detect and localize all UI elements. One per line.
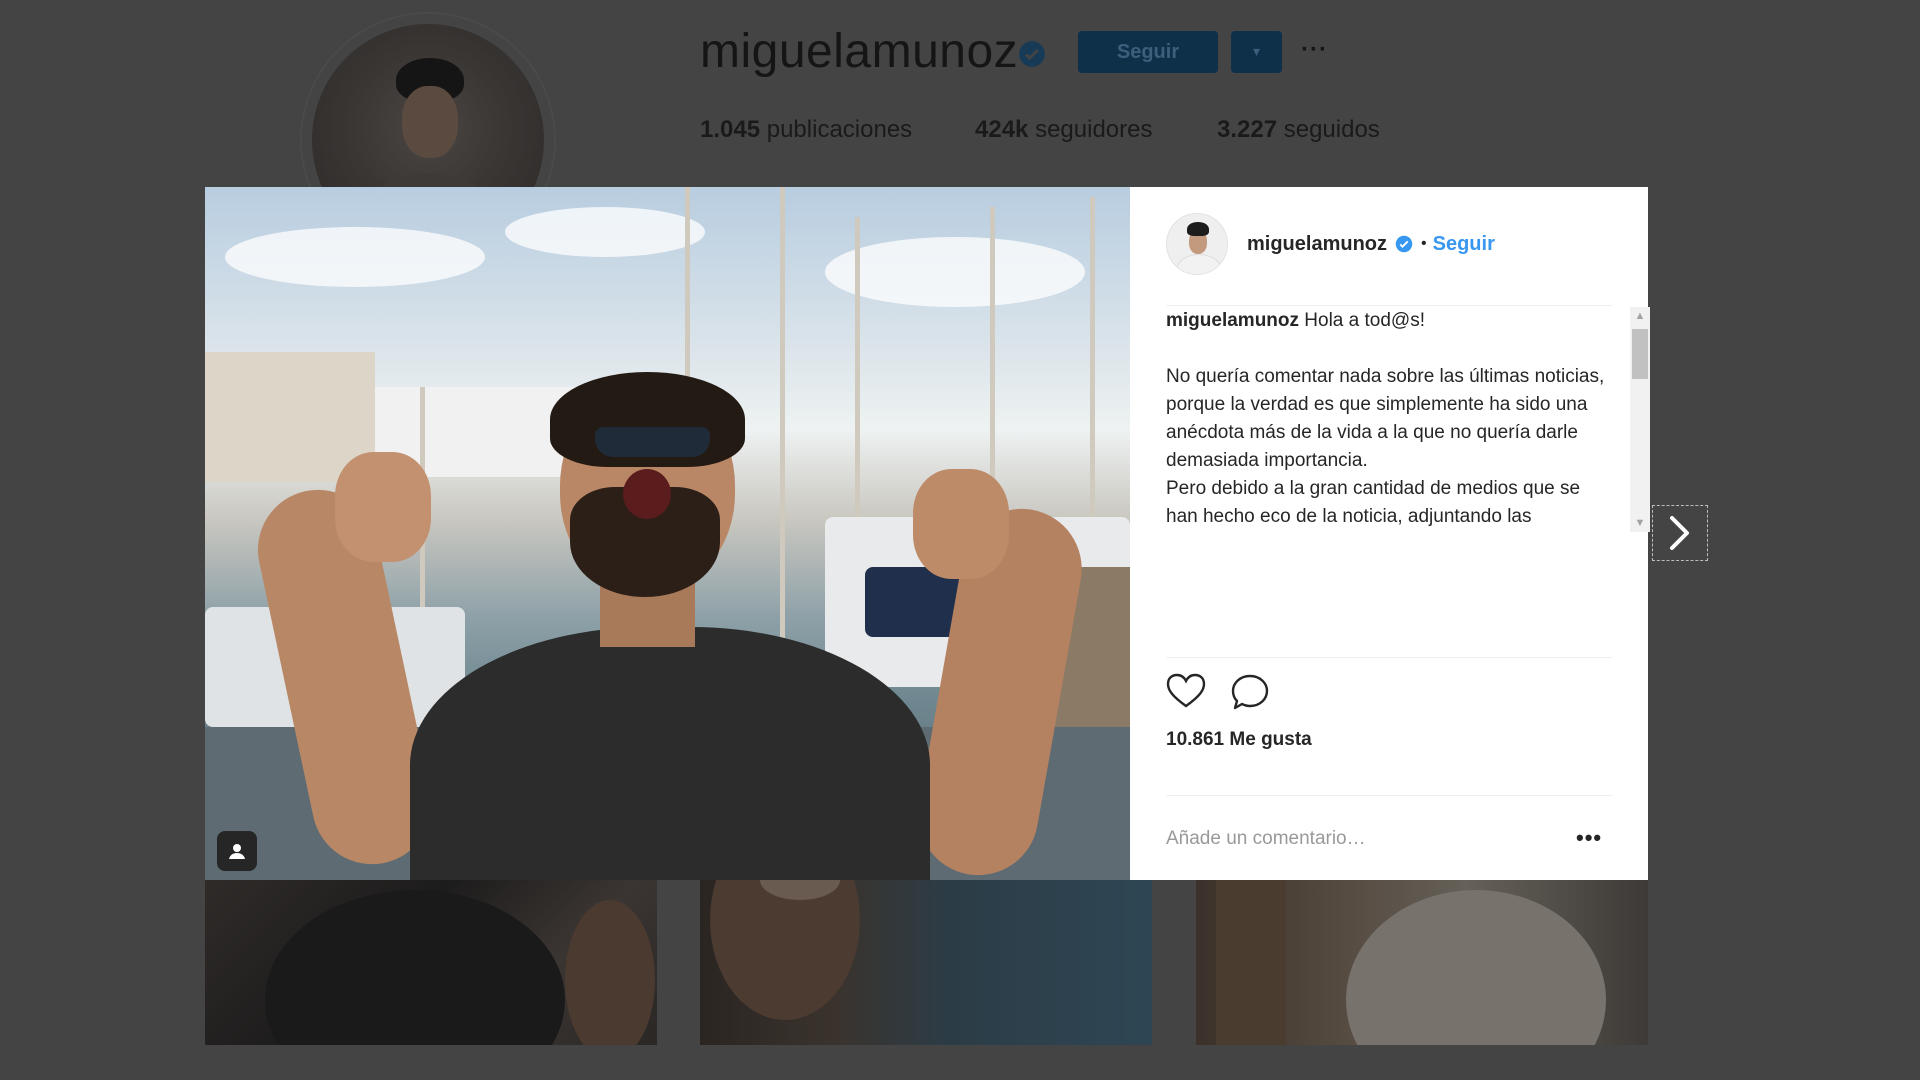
post-sidebar: miguelamunoz • Seguir miguelamunoz Hola … <box>1130 187 1650 880</box>
chevron-right-icon <box>1670 516 1689 550</box>
likes-count[interactable]: 10.861 Me gusta <box>1166 729 1312 751</box>
post-photo[interactable] <box>205 187 1130 880</box>
comment-bubble-icon[interactable] <box>1230 673 1270 711</box>
comment-input[interactable] <box>1166 823 1546 855</box>
comment-divider <box>1166 795 1612 796</box>
post-modal: miguelamunoz • Seguir miguelamunoz Hola … <box>205 187 1650 880</box>
post-author-username[interactable]: miguelamunoz <box>1247 233 1387 256</box>
follow-options-dropdown[interactable]: ▾ <box>1231 31 1282 73</box>
follow-button[interactable]: Seguir <box>1078 31 1218 73</box>
post-follow-link[interactable]: Seguir <box>1433 233 1495 256</box>
heart-icon[interactable] <box>1166 673 1206 709</box>
stat-following[interactable]: 3.227 seguidos <box>1217 116 1380 144</box>
grid-thumbnail[interactable] <box>205 880 657 1045</box>
header-separator: • <box>1421 235 1427 252</box>
grid-thumbnail[interactable] <box>1196 880 1648 1045</box>
verified-badge-icon <box>1395 235 1413 253</box>
more-options-icon[interactable]: ••• <box>1576 825 1602 851</box>
caption-username[interactable]: miguelamunoz <box>1166 310 1299 331</box>
header-divider <box>1166 305 1612 306</box>
next-post-button[interactable] <box>1652 505 1708 561</box>
post-actions <box>1166 673 1270 711</box>
profile-username: miguelamunoz <box>700 25 1019 78</box>
post-caption: miguelamunoz Hola a tod@s! No quería com… <box>1166 307 1608 532</box>
stat-followers[interactable]: 424k seguidores <box>975 116 1152 144</box>
more-horizontal-icon[interactable]: ··· <box>1301 36 1328 64</box>
scrollbar-thumb[interactable] <box>1632 329 1648 379</box>
scroll-up-icon[interactable]: ▲ <box>1630 307 1650 325</box>
post-header: miguelamunoz • Seguir <box>1166 213 1495 275</box>
caret-down-icon: ▾ <box>1252 44 1261 60</box>
verified-badge-icon <box>1019 41 1045 67</box>
scroll-down-icon[interactable]: ▼ <box>1630 514 1650 532</box>
stat-posts: 1.045 publicaciones <box>700 116 913 143</box>
caption-scrollbar[interactable]: ▲ ▼ <box>1630 307 1650 532</box>
caption-scroll-area[interactable]: miguelamunoz Hola a tod@s! No quería com… <box>1166 307 1608 532</box>
actions-divider <box>1166 657 1612 658</box>
post-author-avatar[interactable] <box>1166 213 1228 275</box>
caption-text: Hola a tod@s! No quería comentar nada so… <box>1166 310 1605 527</box>
user-tag-icon[interactable] <box>217 831 257 871</box>
grid-thumbnail[interactable] <box>700 880 1152 1045</box>
